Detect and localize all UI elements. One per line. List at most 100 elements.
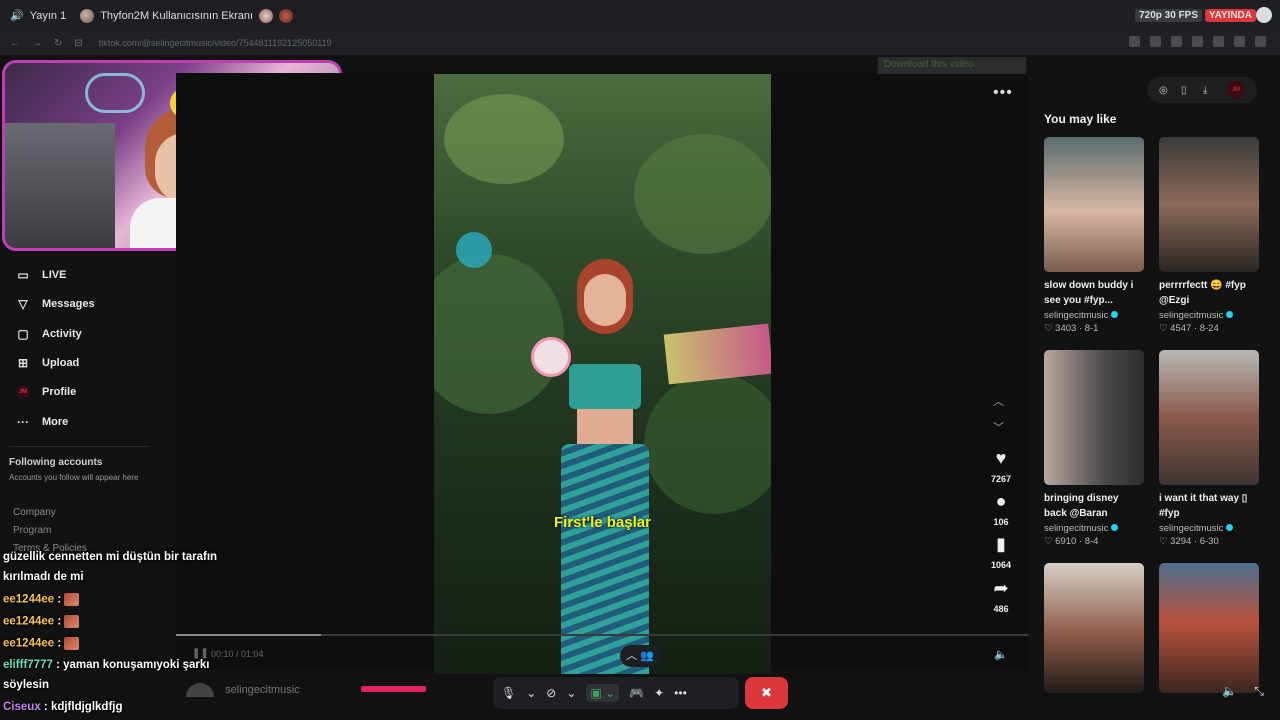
- more-icon: ···: [17, 415, 29, 429]
- video-thumbnail[interactable]: [1044, 350, 1144, 485]
- extension-icon[interactable]: [1213, 36, 1224, 47]
- chevron-down-icon[interactable]: ﹀: [993, 419, 1004, 435]
- channel-label[interactable]: 🔊 Yayın 1: [10, 9, 66, 23]
- extension-icon[interactable]: [1129, 36, 1140, 47]
- following-title: Following accounts: [9, 457, 103, 468]
- extension-icon[interactable]: [1234, 36, 1245, 47]
- more-options-icon[interactable]: •••: [993, 84, 1013, 102]
- follow-button[interactable]: [361, 686, 426, 692]
- heart-icon: ♥: [995, 448, 1007, 468]
- recommendation-card[interactable]: perrrrfectt 😄 #fyp @Ezgi selingecitmusic…: [1159, 137, 1259, 334]
- chat-message: ee1244ee :: [3, 593, 80, 606]
- extension-icon[interactable]: [1255, 36, 1266, 47]
- forward-icon[interactable]: →: [32, 38, 42, 49]
- microphone-icon[interactable]: 🎙: [501, 686, 516, 700]
- activity-icon[interactable]: 🎮: [629, 686, 644, 700]
- divider: [9, 446, 149, 447]
- product-packs: [663, 323, 771, 385]
- chevron-down-icon[interactable]: ⌄: [526, 686, 536, 700]
- card-author[interactable]: selingecitmusic: [1044, 310, 1144, 321]
- sidebar-item-profile[interactable]: JM Profile: [16, 385, 76, 399]
- download-icon[interactable]: ⤓: [1203, 85, 1207, 96]
- chevron-up-icon[interactable]: ︿: [993, 393, 1004, 409]
- like-button[interactable]: ♥ 7267: [988, 447, 1014, 487]
- site-info-icon[interactable]: ⊟: [74, 38, 82, 49]
- leave-call-button[interactable]: ✖: [745, 677, 788, 709]
- pause-icon[interactable]: ❚❚: [192, 648, 209, 659]
- recommendation-card[interactable]: i want it that way ▯ #fyp selingecitmusi…: [1159, 350, 1259, 547]
- extension-icon[interactable]: [1150, 36, 1161, 47]
- expand-participants-button[interactable]: ︿ 👥: [620, 645, 660, 667]
- video-thumbnail[interactable]: [1044, 137, 1144, 272]
- extension-icon[interactable]: [1192, 36, 1203, 47]
- profile-icon: JM: [16, 385, 30, 399]
- chat-message: güzellik cennetten mi düştün bir tarafın: [3, 551, 218, 563]
- camera-off-icon[interactable]: ⊘: [546, 686, 556, 700]
- verified-icon: [1111, 311, 1119, 318]
- save-button[interactable]: ▮ 1064: [988, 533, 1014, 573]
- emote-icon: [64, 637, 80, 650]
- address-bar[interactable]: tiktok.com/@selingecitmusic/video/754481…: [99, 38, 332, 48]
- phone-icon[interactable]: ▯: [1181, 85, 1187, 96]
- chat-message: Ciseux : kdjfldjglkdfjg: [3, 701, 123, 713]
- share-button[interactable]: ➦ 486: [988, 577, 1014, 617]
- chat-message: ee1244ee :: [3, 637, 80, 650]
- browser-toolbar: ← → ↻ ⊟ tiktok.com/@selingecitmusic/vide…: [0, 31, 1280, 55]
- comment-count: 106: [993, 517, 1009, 527]
- activity-icon: ▢: [17, 327, 29, 341]
- sidebar-item-more[interactable]: ··· More: [16, 415, 68, 429]
- you-may-like-title: You may like: [1044, 112, 1117, 126]
- card-author[interactable]: selingecitmusic: [1044, 523, 1144, 534]
- video-thumbnail[interactable]: [1159, 137, 1259, 272]
- following-subtitle: Accounts you follow will appear here: [9, 473, 139, 482]
- chat-message: kırılmadı de mi: [3, 571, 84, 583]
- more-icon[interactable]: •••: [674, 686, 687, 700]
- back-icon[interactable]: ←: [10, 38, 20, 49]
- recommendation-card[interactable]: slow down buddy i see you #fyp... seling…: [1044, 137, 1144, 334]
- emote-icon: [64, 615, 80, 628]
- soundboard-icon[interactable]: ✦: [654, 686, 664, 700]
- recommendation-card[interactable]: bringing disney back @Baran Mengüç ... s…: [1044, 350, 1144, 547]
- speed-icon[interactable]: ◎: [1159, 85, 1168, 96]
- browser-extension-icons: [1129, 36, 1266, 47]
- reload-icon[interactable]: ↻: [54, 38, 62, 49]
- comment-button[interactable]: ● 106: [988, 490, 1014, 530]
- video-time: 00:10 / 01:04: [211, 649, 264, 659]
- live-badge: YAYINDA: [1204, 9, 1256, 22]
- stream-top-bar: 🔊 Yayın 1 Thyfon2M Kullanıcısının Ekranı…: [0, 0, 1280, 31]
- sidebar-item-upload[interactable]: ⊞ Upload: [16, 356, 79, 370]
- video-author[interactable]: selingecitmusic: [186, 683, 300, 697]
- card-author[interactable]: selingecitmusic: [1159, 523, 1259, 534]
- recommendation-card[interactable]: [1044, 563, 1144, 693]
- chat-message: ee1244ee :: [3, 615, 80, 628]
- speaker-icon: 🔊: [10, 10, 24, 22]
- video-thumbnail[interactable]: [1044, 563, 1144, 693]
- card-author[interactable]: selingecitmusic: [1159, 310, 1259, 321]
- recommendation-card[interactable]: [1159, 563, 1259, 693]
- neon-sign: [85, 73, 145, 113]
- avatar: [186, 683, 214, 697]
- sidebar-item-live[interactable]: ▭ LIVE: [16, 268, 66, 282]
- profile-avatar-icon[interactable]: JM: [1227, 81, 1245, 99]
- chat-message: söylesin: [3, 679, 50, 691]
- chat-icon[interactable]: [1256, 7, 1272, 23]
- extension-icon[interactable]: [1171, 36, 1182, 47]
- sidebar-item-activity[interactable]: ▢ Activity: [16, 327, 81, 341]
- download-extension-button[interactable]: Download this video: [878, 57, 1026, 74]
- video-thumbnail[interactable]: [1159, 563, 1259, 693]
- volume-control-icon[interactable]: 🔈 ⤡: [1222, 684, 1264, 699]
- footer-link-program[interactable]: Program: [13, 525, 51, 536]
- chevron-down-icon[interactable]: ⌄: [566, 686, 576, 700]
- screen-share-icon[interactable]: ▣ ⌄: [586, 684, 620, 702]
- footer-link-company[interactable]: Company: [13, 507, 56, 518]
- verified-icon: [1226, 311, 1234, 318]
- volume-icon[interactable]: 🔈: [994, 648, 1008, 661]
- sidebar-item-messages[interactable]: ▽ Messages: [16, 297, 94, 311]
- fullscreen-exit-icon[interactable]: ⤡: [1254, 684, 1264, 698]
- save-count: 1064: [990, 560, 1012, 570]
- video-player[interactable]: First'le başlar: [434, 74, 771, 674]
- desk-background: [5, 123, 115, 248]
- sticker-decoration: [456, 232, 492, 268]
- live-icon: ▭: [17, 268, 29, 282]
- video-thumbnail[interactable]: [1159, 350, 1259, 485]
